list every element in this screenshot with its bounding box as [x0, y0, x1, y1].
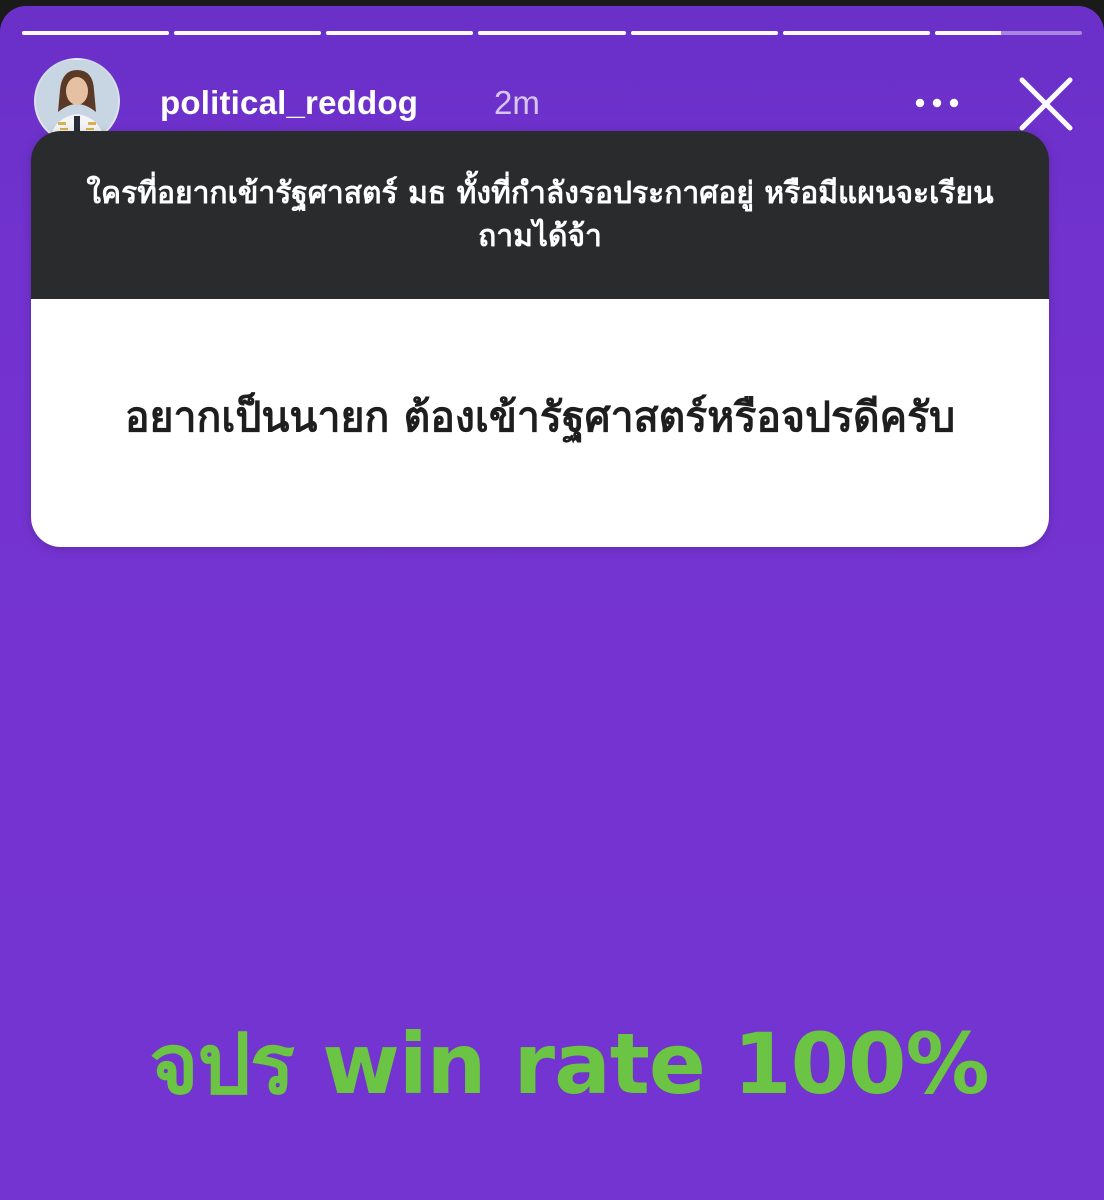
- question-sticker-answer-area: อยากเป็นนายก ต้องเข้ารัฐศาสตร์หรือจปรดีค…: [31, 299, 1049, 547]
- story-header: political_reddog 2m: [34, 58, 1078, 144]
- progress-segment: [934, 31, 1082, 35]
- question-prompt: ใครที่อยากเข้ารัฐศาสตร์ มธ ทั้งที่กำลังร…: [86, 175, 994, 255]
- progress-segment-fill: [478, 31, 626, 35]
- progress-segment: [174, 31, 322, 35]
- more-dots-icon: [915, 98, 959, 108]
- progress-segment: [22, 31, 170, 35]
- story-progress-bar: [22, 31, 1082, 35]
- progress-segment-fill: [22, 31, 170, 35]
- progress-segment: [326, 31, 474, 35]
- progress-segment-fill: [326, 31, 474, 35]
- story-timestamp: 2m: [494, 84, 540, 121]
- story-viewer[interactable]: political_reddog 2m ใครที่อยากเข้ารัฐศาส…: [0, 6, 1104, 1200]
- question-answer: อยากเป็นนายก ต้องเข้ารัฐศาสตร์หรือจปรดีค…: [124, 393, 956, 442]
- more-options-button[interactable]: [904, 78, 970, 128]
- progress-segment-fill: [630, 31, 778, 35]
- progress-segment-fill: [782, 31, 930, 35]
- progress-segment: [630, 31, 778, 35]
- story-username[interactable]: political_reddog: [160, 84, 418, 122]
- progress-segment: [782, 31, 930, 35]
- close-story-button[interactable]: [1014, 72, 1078, 136]
- progress-segment: [478, 31, 626, 35]
- story-caption-text: จปร win rate 100%: [149, 1015, 989, 1113]
- question-sticker[interactable]: ใครที่อยากเข้ารัฐศาสตร์ มธ ทั้งที่กำลังร…: [31, 131, 1049, 547]
- profile-photo-avatar-icon: [36, 60, 118, 142]
- progress-segment-fill: [174, 31, 322, 35]
- close-icon: [1019, 77, 1073, 131]
- progress-segment-fill: [934, 31, 1002, 35]
- question-sticker-prompt-area: ใครที่อยากเข้ารัฐศาสตร์ มธ ทั้งที่กำลังร…: [31, 131, 1049, 299]
